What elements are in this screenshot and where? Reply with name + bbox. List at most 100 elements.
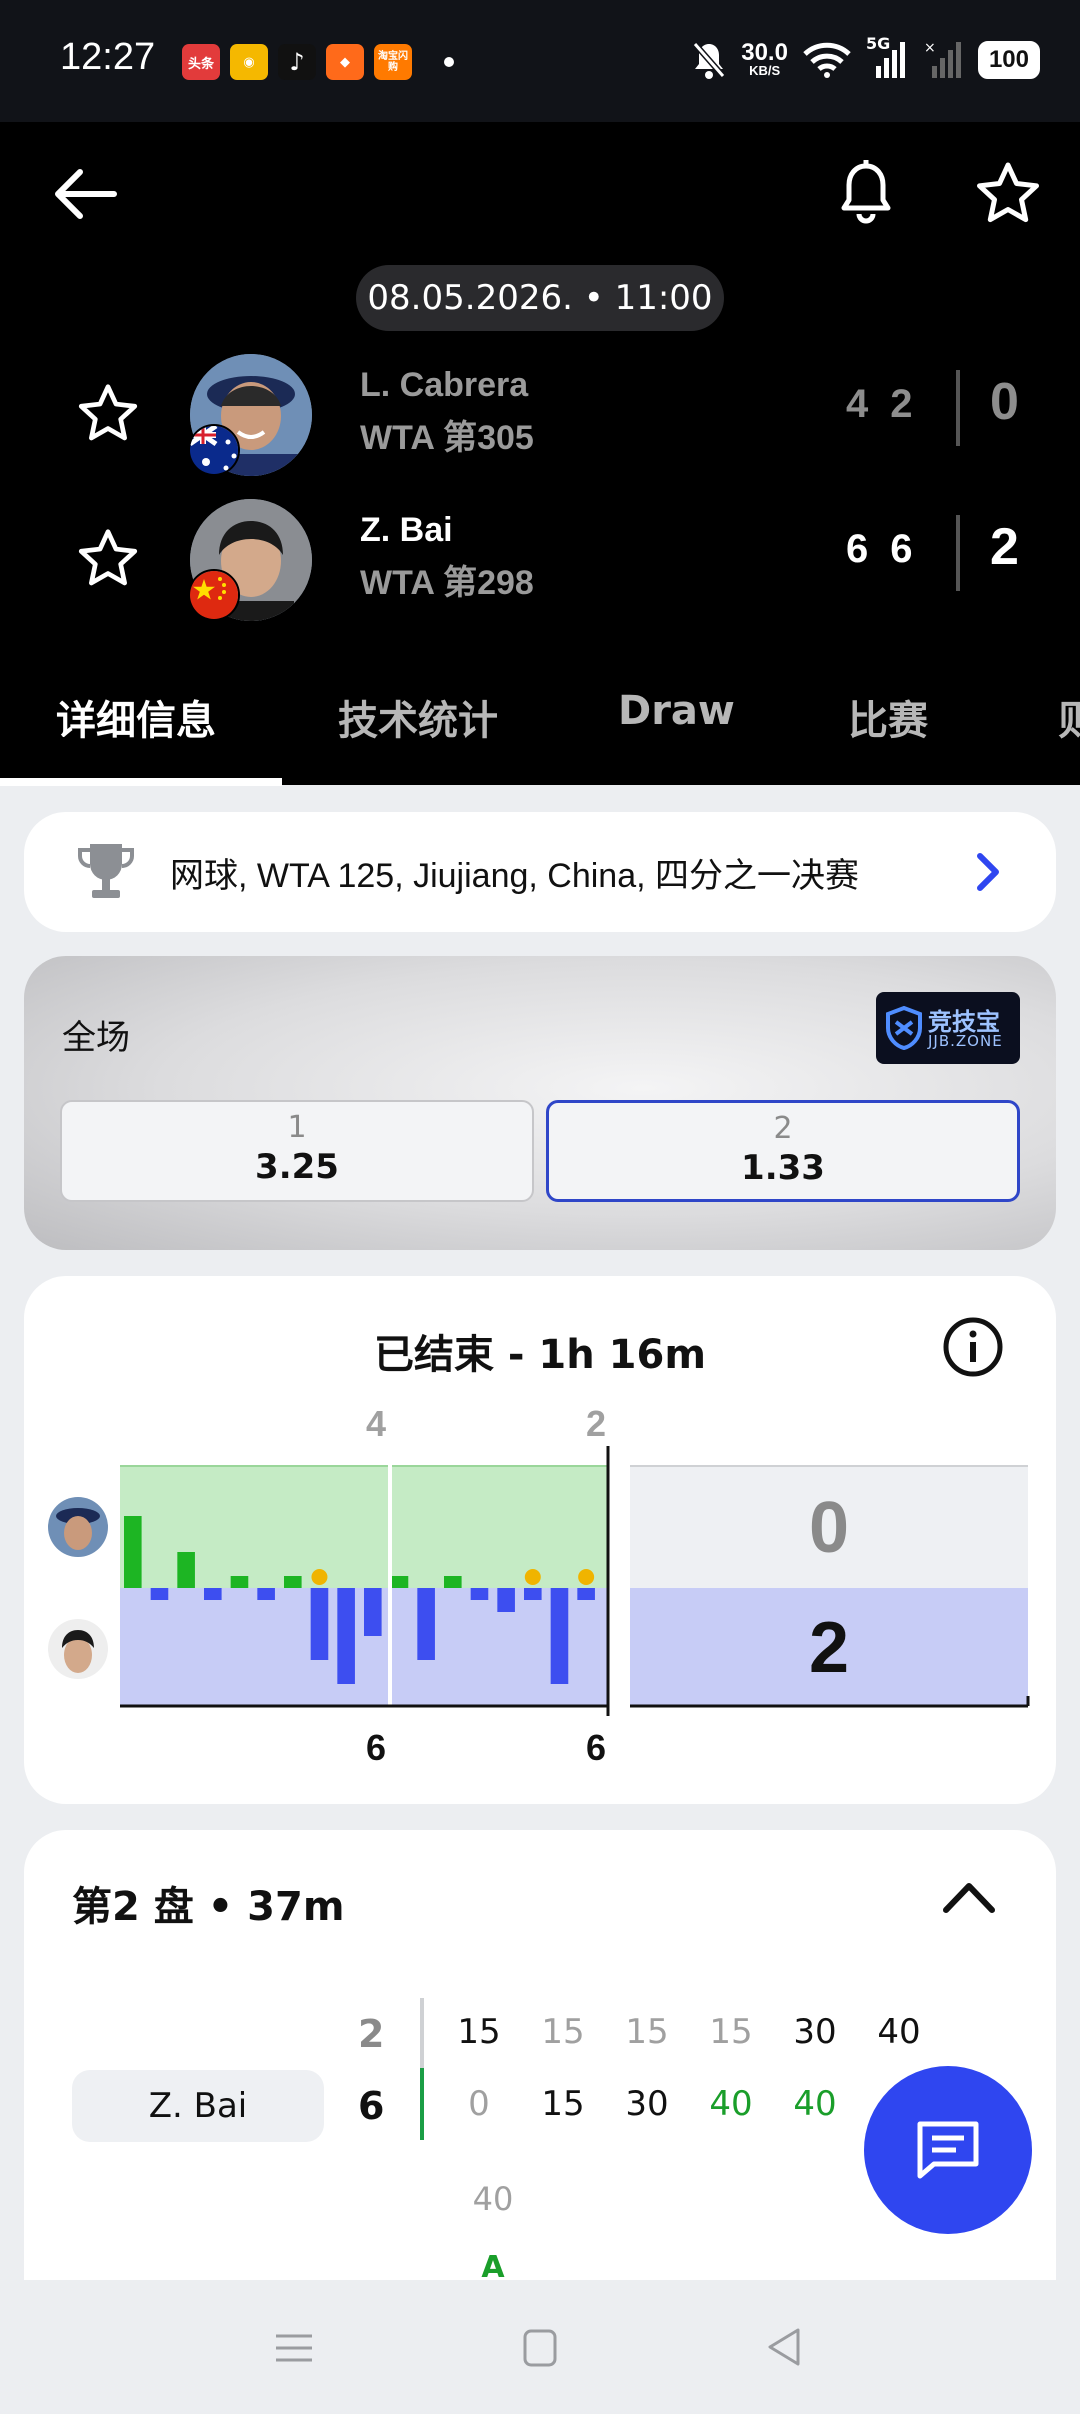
player-name[interactable]: L. Cabrera (360, 366, 528, 405)
bell-icon[interactable] (836, 158, 896, 228)
signal-icon: 5G (866, 34, 910, 80)
point-score: 40 (877, 2012, 921, 2052)
set-title: 第2 盘 • 37m (72, 1884, 345, 1930)
home-icon[interactable] (522, 2328, 558, 2368)
tab-draw[interactable]: Draw (618, 688, 735, 734)
set-score-bottom: 6 (586, 1727, 606, 1768)
game-count: 6 (358, 2084, 385, 2128)
momentum-chart: 4 6 2 6 0 2 (48, 1403, 1030, 1768)
nav-back-icon[interactable] (764, 2326, 804, 2368)
odds-option-1[interactable]: 1 3.25 (60, 1100, 534, 1202)
point-bar-player2 (497, 1588, 515, 1612)
status-bar: 12:27 头条 ◉ ♪ ◆ 淘宝闪购 30.0 KB/S 5G × 100 (0, 0, 1080, 122)
more-notifications-icon (444, 57, 454, 67)
tab-details[interactable]: 详细信息 (56, 688, 216, 746)
sets-won: 2 (990, 518, 1019, 576)
break-point-marker (578, 1569, 595, 1585)
player-rank: WTA 第305 (360, 419, 534, 457)
tournament-link[interactable]: 网球, WTA 125, Jiujiang, China, 四分之一决赛 (24, 812, 1056, 932)
system-nav-bar (0, 2280, 1080, 2414)
chevron-up-icon[interactable] (942, 1880, 996, 1916)
match-datetime: 08.05.2026. • 11:00 (356, 265, 724, 331)
game-count: 2 (358, 2012, 385, 2056)
player-rank: WTA 第298 (360, 564, 534, 602)
point-score: 40 (793, 2084, 837, 2124)
odds-option-2[interactable]: 2 1.33 (546, 1100, 1020, 1202)
point-bar-player2 (204, 1588, 222, 1600)
set-score-top: 2 (586, 1403, 606, 1444)
break-point-marker (524, 1569, 541, 1585)
player-name[interactable]: Z. Bai (360, 511, 453, 550)
point-bar-player2 (577, 1588, 595, 1600)
odds-card: 全场 竞技宝 JJB.ZONE 1 3.25 2 1.33 (24, 956, 1056, 1250)
favorite-match-star-icon[interactable] (974, 160, 1042, 226)
bookmaker-shield-icon (886, 1006, 922, 1050)
taobao-icon: 淘宝闪购 (374, 44, 412, 80)
total-sets-player2: 2 (809, 1608, 849, 1688)
chat-button[interactable] (864, 2066, 1032, 2234)
point-score: 15 (457, 2012, 501, 2052)
point-bar-player1 (284, 1576, 302, 1588)
player-row-1[interactable]: L. Cabrera WTA 第305 42 0 (0, 354, 1080, 478)
svg-text:×: × (924, 40, 936, 56)
wifi-icon (803, 42, 851, 78)
douyin-icon: ♪ (278, 44, 316, 80)
player-row-2[interactable]: Z. Bai WTA 第298 66 2 (0, 499, 1080, 623)
point-bar-player1 (230, 1576, 249, 1588)
point-score: 15 (541, 2012, 585, 2052)
weibo-icon: ◉ (230, 44, 268, 80)
recent-apps-icon[interactable] (274, 2328, 314, 2368)
point-score: 15 (541, 2084, 585, 2124)
point-score: 40 (709, 2084, 753, 2124)
odds-market-label: 全场 (62, 1018, 130, 1058)
point-bar-player2 (337, 1588, 355, 1684)
points-row-top: 2 15 15 15 15 30 40 (24, 2012, 1056, 2072)
set-score: 6 (890, 527, 913, 571)
back-arrow-icon[interactable] (50, 164, 120, 224)
point-score: 40 (472, 2180, 514, 2218)
net-speed: 30.0 KB/S (741, 39, 788, 78)
point-bar-player1 (124, 1516, 142, 1588)
tab-matches[interactable]: 比赛 (848, 688, 928, 746)
active-tab-indicator (0, 778, 282, 786)
status-time: 12:27 (60, 36, 156, 78)
toutiao-icon: 头条 (182, 44, 220, 80)
bookmaker-logo[interactable]: 竞技宝 JJB.ZONE (876, 992, 1020, 1064)
set-score-bottom: 6 (366, 1727, 386, 1768)
set-score: 2 (890, 382, 913, 426)
match-momentum-card: 已结束 - 1h 16m 462602 (24, 1276, 1056, 1804)
tab-statistics[interactable]: 技术统计 (338, 688, 498, 746)
break-point-marker (311, 1569, 328, 1585)
match-header: 08.05.2026. • 11:00 L. Cabrera WTA 第305 … (0, 122, 1080, 786)
set-scores: 42 (846, 382, 935, 427)
score-divider (956, 370, 960, 446)
status-right: 30.0 KB/S 5G × 100 (691, 34, 1040, 80)
point-score: 30 (625, 2084, 669, 2124)
notification-icons: 头条 ◉ ♪ ◆ 淘宝闪购 (182, 44, 454, 80)
tab-odds[interactable]: 则 (1058, 688, 1080, 746)
tournament-name: 网球, WTA 125, Jiujiang, China, 四分之一决赛 (170, 857, 860, 895)
point-bar-player2 (550, 1588, 569, 1684)
point-bar-player2 (364, 1588, 382, 1636)
tab-bar: 详细信息 技术统计 Draw 比赛 则 (0, 652, 1080, 782)
battery-indicator: 100 (977, 41, 1040, 79)
point-bar-player1 (444, 1576, 462, 1588)
point-score: 15 (625, 2012, 669, 2052)
point-score: 30 (793, 2012, 837, 2052)
point-bar-player2 (470, 1588, 489, 1600)
favorite-star-icon[interactable] (76, 527, 140, 589)
red-app-icon: ◆ (326, 44, 364, 80)
point-bar-player1 (177, 1552, 195, 1588)
total-sets-player1: 0 (809, 1488, 849, 1568)
china-flag-icon (188, 569, 240, 621)
point-bar-player2 (310, 1588, 329, 1660)
point-score: 0 (468, 2084, 490, 2124)
chevron-right-icon[interactable] (968, 848, 1008, 896)
signal-2-icon: × (924, 40, 961, 78)
set-score: 6 (846, 527, 869, 571)
chat-icon (917, 2121, 979, 2179)
australia-flag-icon (188, 424, 240, 476)
point-bar-player2 (150, 1588, 169, 1600)
favorite-star-icon[interactable] (76, 382, 140, 444)
timeline-player1-avatar (48, 1497, 108, 1557)
